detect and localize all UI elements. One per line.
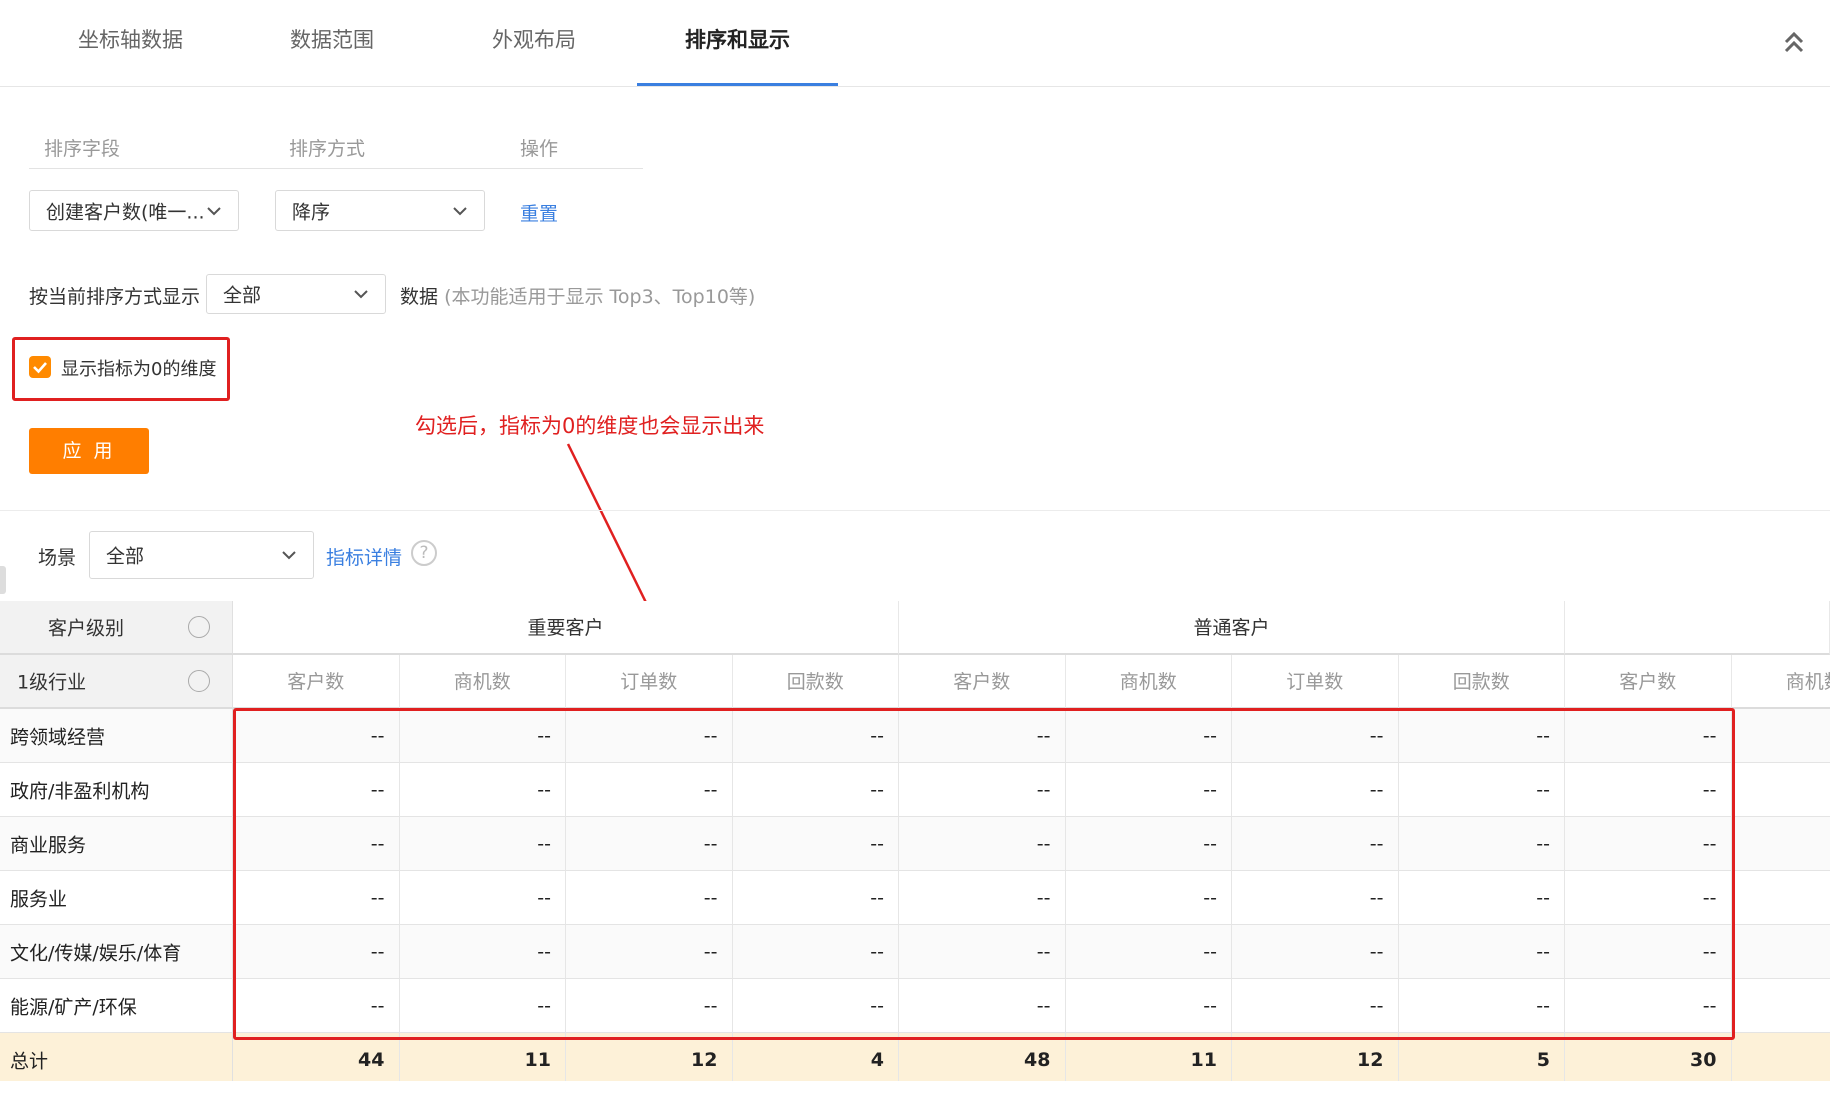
table-row-label: 跨领域经营 <box>0 709 233 763</box>
apply-button[interactable]: 应 用 <box>29 428 149 474</box>
total-value: 11 <box>1190 1048 1217 1071</box>
scene-select[interactable]: 全部 <box>89 531 314 579</box>
total-label-text: 总计 <box>10 1050 49 1072</box>
total-cell: 12 <box>1232 1033 1399 1081</box>
column-header[interactable]: 订单数 <box>566 655 733 709</box>
highlight-box-data <box>233 708 1735 1040</box>
sort-header: 排序字段 排序方式 操作 <box>29 130 643 169</box>
column-header[interactable]: 回款数 <box>732 655 899 709</box>
tab-appearance-layout[interactable]: 外观布局 <box>492 24 576 54</box>
table-row-label: 政府/非盈利机构 <box>0 763 233 817</box>
reset-link[interactable]: 重置 <box>520 199 558 226</box>
total-value: 5 <box>1536 1048 1550 1071</box>
chevron-circle-icon <box>188 670 210 692</box>
row-label-text: 政府/非盈利机构 <box>10 780 150 802</box>
scene-value: 全部 <box>106 545 145 568</box>
row-label-text: 商业服务 <box>10 834 87 856</box>
show-zero-checkbox[interactable] <box>29 356 51 378</box>
table-row-label: 文化/传媒/娱乐/体育 <box>0 925 233 979</box>
column-group-header: 重要客户 <box>233 601 899 655</box>
display-suffix: 数据 (本功能适用于显示 Top3、Top10等) <box>400 282 755 309</box>
side-handle[interactable] <box>0 566 6 594</box>
table-cell <box>1731 763 1830 817</box>
tab-data-range[interactable]: 数据范围 <box>290 24 374 54</box>
chevron-down-icon <box>207 206 221 215</box>
chevron-down-icon <box>282 551 296 560</box>
display-count-select[interactable]: 全部 <box>206 274 386 314</box>
total-cell: 11 <box>399 1033 566 1081</box>
column-header[interactable]: 回款数 <box>1398 655 1565 709</box>
row-label-text: 能源/矿产/环保 <box>10 996 137 1018</box>
active-tab-indicator <box>637 83 838 86</box>
total-cell: 12 <box>566 1033 733 1081</box>
column-header[interactable]: 订单数 <box>1232 655 1399 709</box>
table-cell <box>1731 925 1830 979</box>
table-row-label: 商业服务 <box>0 817 233 871</box>
row-label-text: 文化/传媒/娱乐/体育 <box>10 942 182 964</box>
total-value: 44 <box>358 1048 385 1071</box>
table-cell <box>1731 979 1830 1033</box>
total-cell: 30 <box>1565 1033 1732 1081</box>
sort-method-value: 降序 <box>292 201 331 223</box>
total-row-label: 总计 <box>0 1033 233 1081</box>
chevron-down-icon <box>354 290 368 299</box>
table-row-label: 服务业 <box>0 871 233 925</box>
total-value: 12 <box>691 1048 718 1071</box>
column-header[interactable]: 商机数 <box>399 655 566 709</box>
collapse-up-icon[interactable] <box>1780 28 1808 56</box>
column-header[interactable]: 客户数 <box>1565 655 1732 709</box>
tab-bar: 坐标轴数据 数据范围 外观布局 排序和显示 <box>0 0 1830 87</box>
column-group-header <box>1565 601 1830 655</box>
column-header[interactable]: 客户数 <box>233 655 400 709</box>
sort-action-header: 操作 <box>520 138 559 160</box>
metric-detail-link[interactable]: 指标详情 <box>326 543 402 570</box>
sort-method-header: 排序方式 <box>289 138 366 160</box>
table-cell <box>1731 871 1830 925</box>
display-hint: (本功能适用于显示 Top3、Top10等) <box>444 286 756 308</box>
sort-field-header: 排序字段 <box>44 138 121 160</box>
column-group-header: 普通客户 <box>899 601 1565 655</box>
sort-field-select[interactable]: 创建客户数(唯一... <box>29 190 239 231</box>
sort-field-value: 创建客户数(唯一... <box>46 201 205 223</box>
total-value: 4 <box>870 1048 884 1071</box>
total-value: 12 <box>1357 1048 1384 1071</box>
section-divider <box>0 510 1830 511</box>
dimension-label: 客户级别 <box>48 617 125 640</box>
dimension-header-customer-level[interactable]: 客户级别 <box>0 601 233 655</box>
total-value: 11 <box>524 1048 551 1071</box>
row-label-text: 服务业 <box>10 888 68 910</box>
help-icon[interactable]: ? <box>411 540 437 566</box>
sort-method-select[interactable]: 降序 <box>275 190 485 231</box>
display-suffix-label: 数据 <box>400 286 439 308</box>
row-label-text: 跨领域经营 <box>10 726 106 748</box>
total-value: 48 <box>1024 1048 1051 1071</box>
check-icon <box>33 362 47 374</box>
chevron-circle-icon <box>188 616 210 638</box>
total-cell: 11 <box>1065 1033 1232 1081</box>
scene-label: 场景 <box>38 547 77 569</box>
dimension-label: 1级行业 <box>17 671 87 694</box>
column-header[interactable]: 商机数 <box>1065 655 1232 709</box>
total-cell <box>1731 1033 1830 1081</box>
display-count-value: 全部 <box>223 284 262 307</box>
dimension-header-industry[interactable]: 1级行业 <box>0 655 233 709</box>
show-zero-label[interactable]: 显示指标为0的维度 <box>61 355 216 381</box>
total-value: 30 <box>1690 1048 1717 1071</box>
display-prefix-label: 按当前排序方式显示 <box>29 286 201 308</box>
table-cell <box>1731 709 1830 763</box>
column-header[interactable]: 客户数 <box>899 655 1066 709</box>
table-row-label: 能源/矿产/环保 <box>0 979 233 1033</box>
total-cell: 5 <box>1398 1033 1565 1081</box>
annotation-text: 勾选后，指标为0的维度也会显示出来 <box>415 414 765 438</box>
total-cell: 4 <box>732 1033 899 1081</box>
column-header[interactable]: 商机数 <box>1731 655 1830 709</box>
table-cell <box>1731 817 1830 871</box>
chevron-down-icon <box>453 206 467 215</box>
total-cell: 48 <box>899 1033 1066 1081</box>
total-cell: 44 <box>233 1033 400 1081</box>
tab-axis-data[interactable]: 坐标轴数据 <box>78 24 183 54</box>
tab-sort-display[interactable]: 排序和显示 <box>685 24 790 54</box>
